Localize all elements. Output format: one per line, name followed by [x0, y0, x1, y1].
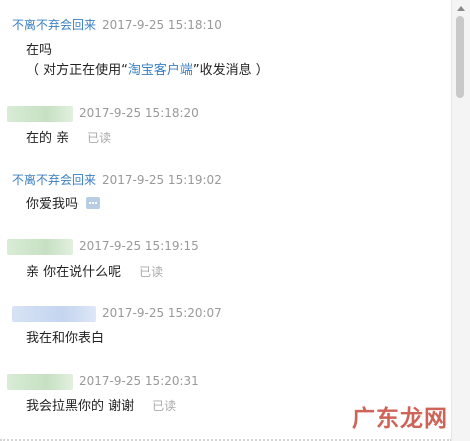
client-note-suffix: ”收发消息 ） — [192, 63, 269, 78]
blurred-sender-name — [7, 105, 73, 122]
message-header: 2017-9-25 15:20:31 — [7, 373, 199, 390]
message-line: 亲 你在说什么呢 已读 — [26, 263, 163, 282]
scroll-thumb[interactable] — [456, 16, 464, 98]
message-header: 2017-9-25 15:19:15 — [7, 238, 199, 255]
message-line: 我会拉黑你的 谢谢 已读 — [26, 397, 176, 416]
message-text: 我会拉黑你的 谢谢 — [26, 399, 135, 414]
message-time: 2017-9-25 15:19:15 — [79, 239, 199, 253]
vertical-scrollbar[interactable] — [451, 0, 470, 441]
sender-name[interactable]: 不离不弃会回来 — [12, 18, 96, 32]
message-line: 在的 亲 已读 — [26, 129, 111, 148]
watermark-logo: 广东龙网 — [352, 406, 448, 432]
chat-history: 不离不弃会回来 2017-9-25 15:18:10 在吗 （ 对方正在使用“淘宝… — [0, 0, 452, 441]
message-text: 你爱我吗 — [26, 197, 79, 212]
message-time: 2017-9-25 15:18:20 — [79, 106, 199, 120]
sender-name[interactable]: 不离不弃会回来 — [12, 173, 96, 187]
scroll-up-arrow-icon[interactable] — [457, 6, 465, 11]
message-header: 不离不弃会回来 2017-9-25 15:19:02 — [12, 172, 222, 188]
blurred-sender-name — [7, 238, 73, 255]
divider — [0, 437, 452, 441]
message-line: 你爱我吗 — [26, 196, 101, 214]
message-text: 在的 亲 — [26, 131, 70, 146]
client-note-prefix: （ 对方正在使用“ — [26, 63, 128, 78]
message-time: 2017-9-25 15:20:31 — [79, 374, 199, 388]
read-status: 已读 — [139, 265, 164, 279]
message-text: 我在和你表白 — [26, 331, 105, 346]
blurred-sender-name — [12, 305, 96, 322]
message-emoji-icon — [86, 197, 101, 209]
message-header: 2017-9-25 15:20:07 — [12, 305, 222, 322]
message-time: 2017-9-25 15:20:07 — [102, 306, 222, 320]
read-status: 已读 — [152, 399, 177, 413]
client-note: （ 对方正在使用“淘宝客户端”收发消息 ） — [26, 62, 269, 80]
message-header: 2017-9-25 15:18:20 — [7, 105, 199, 122]
message-time: 2017-9-25 15:19:02 — [102, 173, 222, 187]
message-header: 不离不弃会回来 2017-9-25 15:18:10 — [12, 17, 222, 33]
client-link[interactable]: 淘宝客户端 — [128, 63, 193, 78]
blurred-sender-name — [7, 373, 73, 390]
message-text: 亲 你在说什么呢 — [26, 265, 122, 280]
read-status: 已读 — [87, 131, 112, 145]
message-time: 2017-9-25 15:18:10 — [102, 18, 222, 32]
message-text: 在吗 — [26, 43, 53, 58]
